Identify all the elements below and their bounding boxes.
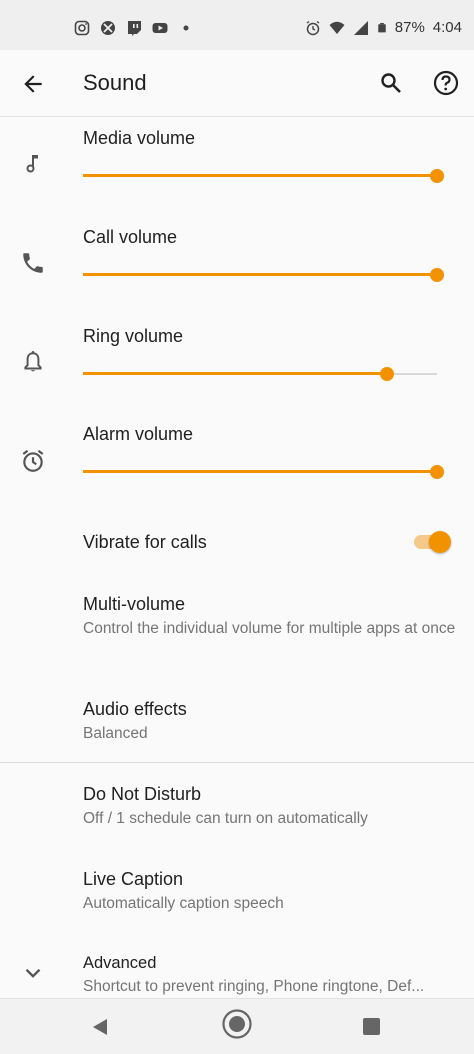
alarm-clock-icon [22,449,44,472]
call-volume-slider[interactable] [83,265,444,285]
nav-recents-icon[interactable] [363,1018,380,1035]
battery-icon [378,22,386,32]
twitch-icon [128,21,141,36]
slider-thumb[interactable] [430,465,444,479]
app-bar: Sound [0,50,474,117]
media-volume-slider[interactable] [83,166,444,186]
ring-volume-label: Ring volume [83,326,184,346]
instagram-icon [74,20,90,36]
ring-volume-slider[interactable] [83,364,437,384]
wifi-icon [329,21,345,34]
xbox-icon [101,21,115,35]
do-not-disturb-title[interactable]: Do Not Disturb [83,784,201,805]
multi-volume-summary: Control the individual volume for multip… [83,620,456,637]
alarm-volume-label: Alarm volume [83,424,194,444]
youtube-icon [152,23,168,33]
section-divider [0,762,474,763]
live-caption-summary: Automatically caption speech [83,895,284,912]
slider-fill [83,273,437,276]
slider-fill [83,470,437,473]
page-title: Sound [83,70,147,95]
alarm-icon [306,20,320,35]
status-bar: 87% 4:04 [0,0,474,50]
notification-icons [74,20,194,36]
clock: 4:04 [432,19,462,36]
slider-fill [83,372,388,375]
nav-back-icon[interactable] [90,1017,110,1037]
call-volume-label: Call volume [83,227,178,247]
advanced-summary: Shortcut to prevent ringing, Phone ringt… [83,978,425,995]
music-note-icon [26,155,38,173]
vibrate-for-calls-label: Vibrate for calls [83,532,207,552]
vibrate-for-calls-toggle[interactable] [412,530,452,554]
audio-effects-title[interactable]: Audio effects [83,699,187,720]
nav-home-icon[interactable] [222,1009,252,1039]
slider-thumb[interactable] [430,268,444,282]
dot-icon [183,25,189,31]
chevron-down-icon[interactable] [20,960,46,986]
help-icon[interactable] [433,70,459,96]
media-volume-label: Media volume [83,128,196,148]
navigation-bar [0,998,474,1054]
multi-volume-title[interactable]: Multi-volume [83,594,185,615]
back-arrow-icon[interactable] [20,71,46,97]
do-not-disturb-summary: Off / 1 schedule can turn on automatical… [83,810,368,827]
slider-thumb[interactable] [430,169,444,183]
advanced-title[interactable]: Advanced [83,954,156,973]
slider-fill [83,174,437,177]
toggle-thumb[interactable] [429,531,451,553]
audio-effects-summary: Balanced [83,725,148,742]
system-icons: 87% 4:04 [305,19,462,36]
slider-thumb[interactable] [380,367,395,381]
alarm-volume-slider[interactable] [83,462,444,482]
battery-percent: 87% [394,19,425,36]
phone-icon [23,253,43,273]
signal-icon [353,20,368,35]
bell-icon [24,350,42,372]
search-icon[interactable] [379,71,403,95]
live-caption-title[interactable]: Live Caption [83,869,183,890]
